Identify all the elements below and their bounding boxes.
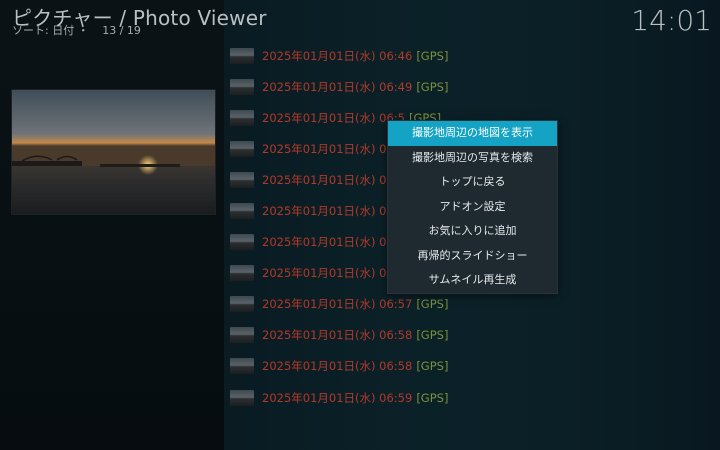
photo-date: 2025年01月01日(水) 06:49: [262, 79, 413, 94]
thumbnail: [230, 171, 254, 188]
thumbnail: [230, 47, 254, 64]
photo-date: 2025年01月01日(水) 06:5: [262, 235, 405, 250]
thumbnail: [230, 389, 254, 406]
gps-tag: [GPS]: [416, 328, 449, 343]
photo-date: 2025年01月01日(水) 06:5: [262, 110, 405, 125]
menu-item-regenerate-thumbnails[interactable]: サムネイル再生成: [388, 268, 557, 293]
thumbnail: [230, 109, 254, 126]
thumbnail: [230, 203, 254, 220]
gps-tag: [GPS]: [416, 359, 449, 374]
photo-date: 2025年01月01日(水) 06:5: [262, 204, 405, 219]
menu-item-search-nearby-photos[interactable]: 撮影地周辺の写真を検索: [388, 146, 557, 171]
photo-date: 2025年01月01日(水) 06:58: [262, 328, 413, 343]
gps-tag: [GPS]: [416, 79, 449, 94]
thumbnail: [230, 265, 254, 282]
thumbnail: [230, 78, 254, 95]
context-menu: 撮影地周辺の地図を表示 撮影地周辺の写真を検索 トップに戻る アドオン設定 お気…: [387, 120, 558, 294]
sort-info: ソート: 日付 ・ 13 / 19: [12, 22, 141, 38]
photo-date: 2025年01月01日(水) 06:57: [262, 297, 413, 312]
gps-tag: [GPS]: [416, 297, 449, 312]
thumbnail: [230, 327, 254, 344]
menu-item-add-to-favourites[interactable]: お気に入りに追加: [388, 219, 557, 244]
gps-tag: [GPS]: [416, 48, 449, 63]
photo-date: 2025年01月01日(水) 06:5: [262, 172, 405, 187]
photo-date: 2025年01月01日(水) 06:5: [262, 266, 405, 281]
thumbnail: [230, 358, 254, 375]
clock: 14:01: [631, 4, 712, 37]
menu-item-show-map[interactable]: 撮影地周辺の地図を表示: [388, 121, 557, 146]
item-count: 13 / 19: [102, 24, 141, 37]
photo-preview: [11, 89, 216, 215]
thumbnail: [230, 140, 254, 157]
photo-date: 2025年01月01日(水) 06:46: [262, 48, 413, 63]
photo-date: 2025年01月01日(水) 06:59: [262, 390, 413, 405]
list-item[interactable]: 2025年01月01日(水) 06:59 [GPS]: [226, 382, 720, 413]
menu-item-recursive-slideshow[interactable]: 再帰的スライドショー: [388, 244, 557, 269]
menu-item-addon-settings[interactable]: アドオン設定: [388, 195, 557, 220]
list-item[interactable]: 2025年01月01日(水) 06:46 [GPS]: [226, 40, 720, 71]
sort-label[interactable]: ソート: 日付 ・: [12, 24, 89, 37]
list-item[interactable]: 2025年01月01日(水) 06:58 [GPS]: [226, 351, 720, 382]
photo-date: 2025年01月01日(水) 06:5: [262, 141, 405, 156]
thumbnail: [230, 296, 254, 313]
menu-item-back-to-top[interactable]: トップに戻る: [388, 170, 557, 195]
photo-date: 2025年01月01日(水) 06:58: [262, 359, 413, 374]
sunset-photo: [12, 90, 215, 214]
list-item[interactable]: 2025年01月01日(水) 06:49 [GPS]: [226, 71, 720, 102]
list-item[interactable]: 2025年01月01日(水) 06:58 [GPS]: [226, 320, 720, 351]
thumbnail: [230, 234, 254, 251]
gps-tag: [GPS]: [416, 390, 449, 405]
